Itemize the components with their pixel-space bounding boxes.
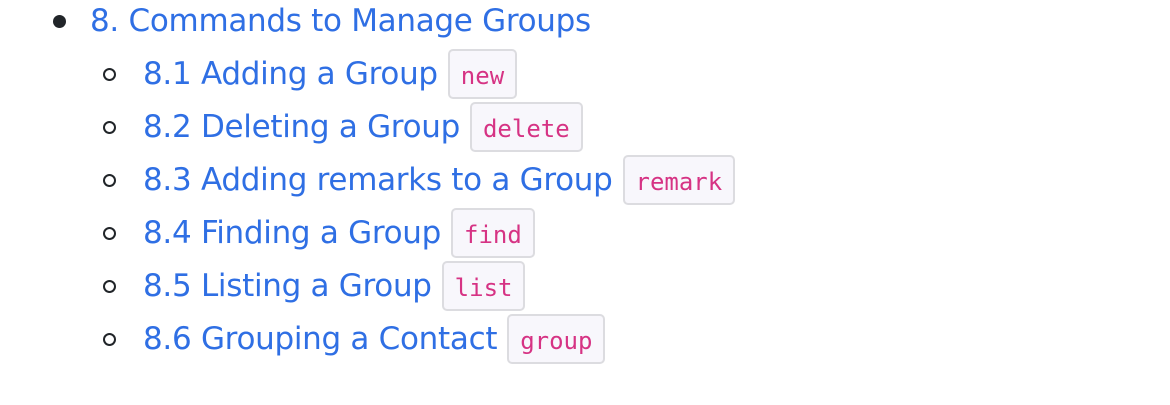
toc-item-8-5: 8.5 Listing a Group list <box>143 259 526 313</box>
command-code-delete: delete <box>469 102 583 152</box>
command-code-remark: remark <box>622 155 736 205</box>
command-code-group: group <box>507 314 606 364</box>
toc-item-8-6: 8.6 Grouping a Contact group <box>143 312 606 366</box>
toc-item-8-1: 8.1 Adding a Group new <box>143 47 518 101</box>
bullet-filled-icon <box>53 15 66 28</box>
toc-item-8-2: 8.2 Deleting a Group delete <box>143 100 583 154</box>
toc-link-listing-group[interactable]: 8.5 Listing a Group <box>143 265 432 307</box>
toc-link-finding-group[interactable]: 8.4 Finding a Group <box>143 212 441 254</box>
bullet-circle-icon <box>103 280 116 293</box>
bullet-circle-icon <box>103 333 116 346</box>
toc-link-deleting-group[interactable]: 8.2 Deleting a Group <box>143 106 460 148</box>
bullet-circle-icon <box>103 227 116 240</box>
bullet-circle-icon <box>103 174 116 187</box>
toc-link-grouping-contact[interactable]: 8.6 Grouping a Contact <box>143 318 497 360</box>
toc-item-8-4: 8.4 Finding a Group find <box>143 206 535 260</box>
command-code-list: list <box>441 261 526 311</box>
toc-item-8-3: 8.3 Adding remarks to a Group remark <box>143 153 736 207</box>
bullet-circle-icon <box>103 121 116 134</box>
bullet-circle-icon <box>103 68 116 81</box>
toc-link-adding-remarks[interactable]: 8.3 Adding remarks to a Group <box>143 159 613 201</box>
command-code-new: new <box>447 49 518 99</box>
toc-link-adding-group[interactable]: 8.1 Adding a Group <box>143 53 438 95</box>
command-code-find: find <box>451 208 535 258</box>
toc-section-8: 8. Commands to Manage Groups <box>90 0 591 42</box>
toc-link-section-8[interactable]: 8. Commands to Manage Groups <box>90 0 591 42</box>
